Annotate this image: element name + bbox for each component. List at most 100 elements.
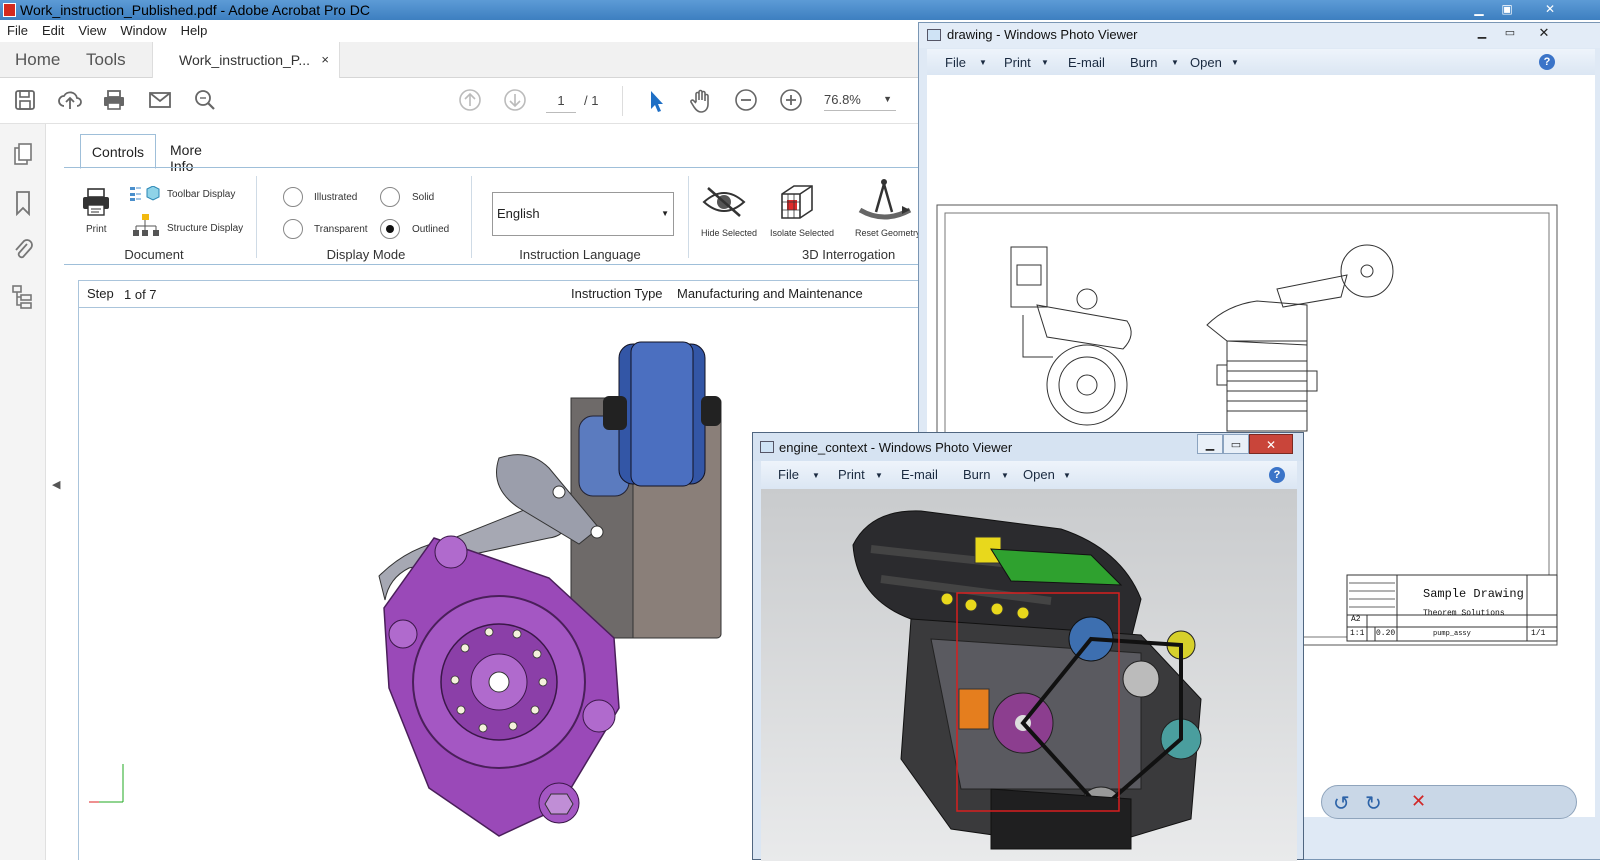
pdf-file-icon	[3, 3, 16, 17]
tab-tools[interactable]: Tools	[86, 50, 126, 70]
toolbar-display-label[interactable]: Toolbar Display	[167, 189, 235, 200]
acrobat-menu-bar: File Edit View Window Help	[0, 20, 940, 42]
previous-page-icon[interactable]	[457, 88, 483, 114]
model-tree-icon[interactable]	[10, 284, 36, 310]
menu-edit[interactable]: Edit	[35, 20, 71, 41]
minimize-icon[interactable]: ▁	[1469, 23, 1495, 43]
upload-cloud-icon[interactable]	[57, 88, 83, 114]
menu-print[interactable]: Print	[1004, 55, 1031, 70]
minimize-icon[interactable]: ▁	[1197, 434, 1223, 454]
drawing-company: Theorem Solutions	[1423, 609, 1505, 618]
page-thumbnails-icon[interactable]	[10, 142, 36, 168]
zoom-in-icon[interactable]	[778, 88, 804, 114]
radio-transparent[interactable]	[283, 219, 303, 239]
ribbon-divider	[256, 176, 257, 258]
step-value: 1 of 7	[124, 287, 157, 302]
drawing-sheet: 1/1	[1531, 629, 1546, 638]
menu-file[interactable]: File	[0, 20, 35, 41]
menu-file[interactable]: File	[945, 55, 966, 70]
zoom-level-dropdown[interactable]: 76.8% ▼	[824, 92, 896, 111]
ribbon-divider	[471, 176, 472, 258]
radio-outlined[interactable]	[380, 219, 400, 239]
close-icon[interactable]: ✕	[1531, 23, 1557, 43]
viewer-control-bar	[1321, 785, 1577, 819]
menu-file[interactable]: File	[778, 467, 799, 482]
tab-document[interactable]: Work_instruction_P... ×	[152, 42, 340, 78]
close-tab-icon[interactable]: ×	[321, 52, 329, 67]
instruction-language-select[interactable]: English ▼	[492, 192, 674, 236]
photo-viewer-icon	[927, 29, 941, 41]
tab-home[interactable]: Home	[15, 50, 60, 70]
drawing-name: Sample Drawing	[1423, 587, 1524, 601]
help-icon[interactable]: ?	[1269, 467, 1285, 483]
group-document-label: Document	[124, 247, 184, 262]
print-button[interactable]: Print	[80, 186, 112, 235]
attachment-icon[interactable]	[10, 236, 36, 262]
hide-selected-button[interactable]: Hide Selected	[700, 182, 757, 238]
next-page-icon[interactable]	[502, 88, 528, 114]
structure-display-icon[interactable]	[132, 214, 160, 245]
menu-burn[interactable]: Burn	[1130, 55, 1157, 70]
maximize-icon[interactable]: ▣	[1494, 0, 1520, 18]
collapse-left-pane-icon[interactable]: ◀	[52, 478, 60, 491]
isolate-selected-button[interactable]: Isolate Selected	[770, 182, 834, 238]
close-icon[interactable]: ✕	[1530, 0, 1570, 18]
chevron-down-icon: ▼	[1231, 58, 1239, 67]
drawing-size: A2	[1351, 615, 1361, 624]
chevron-down-icon: ▼	[1063, 471, 1071, 480]
acrobat-tab-bar: Home Tools Work_instruction_P... ×	[0, 42, 940, 78]
chevron-down-icon: ▼	[661, 209, 669, 218]
rotate-counterclockwise-icon[interactable]: ↺	[1333, 791, 1350, 816]
group-display-mode-label: Display Mode	[326, 247, 406, 262]
email-icon[interactable]	[147, 88, 173, 114]
language-value: English	[497, 206, 540, 221]
zoom-out-icon[interactable]	[733, 88, 759, 114]
print-icon[interactable]	[101, 88, 127, 114]
menu-email[interactable]: E-mail	[901, 467, 938, 482]
close-icon[interactable]: ✕	[1249, 434, 1293, 454]
help-icon[interactable]: ?	[1539, 54, 1555, 70]
chevron-down-icon: ▼	[875, 471, 883, 480]
minimize-icon[interactable]: ▁	[1466, 0, 1492, 18]
drawing-weight: 0.20	[1376, 629, 1395, 638]
select-cursor-icon[interactable]	[643, 88, 669, 114]
left-navigation-pane	[0, 124, 46, 860]
instruction-type-label: Instruction Type	[571, 286, 663, 301]
hand-tool-icon[interactable]	[688, 88, 714, 114]
bookmark-icon[interactable]	[10, 190, 36, 217]
menu-burn[interactable]: Burn	[963, 467, 990, 482]
menu-open[interactable]: Open	[1190, 55, 1222, 70]
engine-photo-viewer-window: engine_context - Windows Photo Viewer ▁ …	[752, 432, 1304, 861]
reset-geometry-button[interactable]: Reset Geometry	[854, 176, 921, 238]
group-interrogation-label: 3D Interrogation	[802, 247, 896, 262]
search-icon[interactable]	[192, 88, 218, 114]
engine-viewer-title-bar: engine_context - Windows Photo Viewer ▁ …	[753, 433, 1303, 461]
delete-icon[interactable]: ✕	[1411, 791, 1426, 812]
tab-controls[interactable]: Controls	[80, 134, 156, 169]
menu-open[interactable]: Open	[1023, 467, 1055, 482]
maximize-icon[interactable]: ▭	[1497, 23, 1523, 43]
chevron-down-icon: ▼	[1171, 58, 1179, 67]
save-icon[interactable]	[12, 88, 38, 114]
chevron-down-icon: ▼	[1001, 471, 1009, 480]
transparent-label: Transparent	[314, 224, 368, 235]
illustrated-label: Illustrated	[314, 192, 358, 203]
menu-print[interactable]: Print	[838, 467, 865, 482]
menu-help[interactable]: Help	[174, 20, 215, 41]
instruction-type-value: Manufacturing and Maintenance	[677, 286, 863, 301]
rotate-clockwise-icon[interactable]: ↻	[1365, 791, 1382, 816]
menu-view[interactable]: View	[71, 20, 113, 41]
radio-solid[interactable]	[380, 187, 400, 207]
structure-display-label[interactable]: Structure Display	[167, 223, 243, 234]
radio-illustrated[interactable]	[283, 187, 303, 207]
controls-ribbon: Print Toolbar Display Structure Display …	[64, 167, 924, 265]
menu-window[interactable]: Window	[113, 20, 173, 41]
menu-email[interactable]: E-mail	[1068, 55, 1105, 70]
isolate-cube-icon	[781, 185, 813, 219]
acrobat-toolbar: 1 / 1 76.8% ▼	[0, 78, 940, 124]
chevron-down-icon: ▼	[812, 471, 820, 480]
maximize-icon[interactable]: ▭	[1223, 434, 1249, 454]
solid-label: Solid	[412, 192, 435, 203]
page-number-input[interactable]: 1	[546, 89, 576, 113]
toolbar-display-icon[interactable]	[130, 185, 160, 207]
